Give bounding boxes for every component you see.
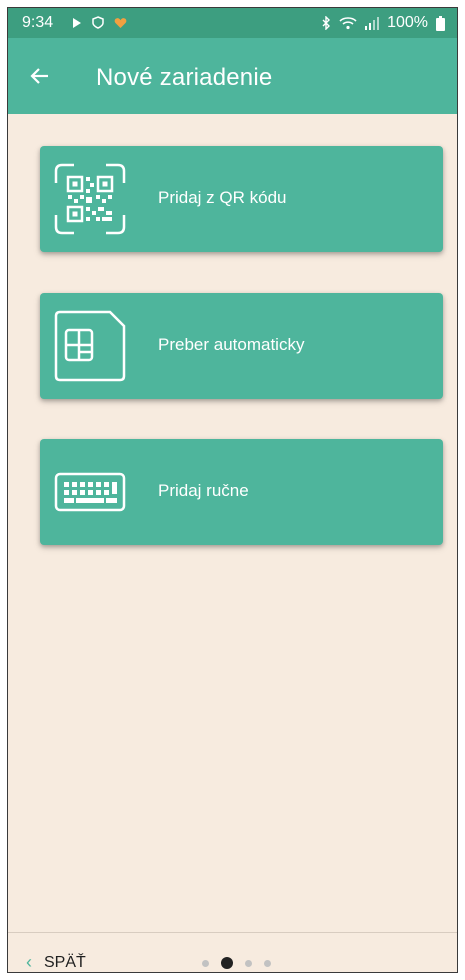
add-manually-button[interactable]: Pridaj ručne (40, 439, 443, 545)
add-manually-label: Pridaj ručne (158, 481, 249, 500)
status-bar: 9:34 100% (8, 8, 457, 38)
bottom-divider (8, 932, 457, 933)
status-left-icons (72, 16, 127, 29)
bluetooth-icon (322, 16, 331, 30)
back-label: SPÄŤ (44, 953, 86, 971)
page-dot (264, 959, 271, 967)
signal-icon (365, 16, 380, 30)
auto-detect-label: Preber automaticky (158, 335, 305, 354)
heart-icon (114, 17, 127, 28)
add-from-qr-button[interactable]: Pridaj z QR kódu (40, 146, 443, 252)
chevron-left-icon: ‹ (26, 952, 32, 972)
auto-detect-button[interactable]: Preber automaticky (40, 293, 443, 399)
page-dot (245, 959, 252, 967)
page-dot (202, 959, 209, 967)
wifi-icon (339, 17, 357, 30)
arrow-left-icon[interactable] (28, 64, 52, 88)
qr-code-icon (54, 163, 126, 235)
screen: 9:34 100% Nové zariadenie Pridaj z QR kó… (8, 8, 457, 972)
keyboard-icon (54, 472, 126, 512)
battery-percent: 100% (387, 14, 428, 31)
play-icon (73, 17, 81, 28)
page-title: Nové zariadenie (96, 64, 273, 91)
back-button[interactable]: ‹ SPÄŤ (26, 952, 86, 972)
app-bar: Nové zariadenie (8, 38, 457, 114)
battery-icon (436, 15, 445, 31)
add-from-qr-label: Pridaj z QR kódu (158, 188, 287, 207)
status-right: 100% (321, 14, 445, 32)
page-indicator (202, 957, 271, 969)
sim-card-icon (54, 310, 126, 382)
shield-icon (92, 16, 104, 29)
status-time: 9:34 (22, 14, 54, 31)
page-dot-active (221, 957, 233, 969)
